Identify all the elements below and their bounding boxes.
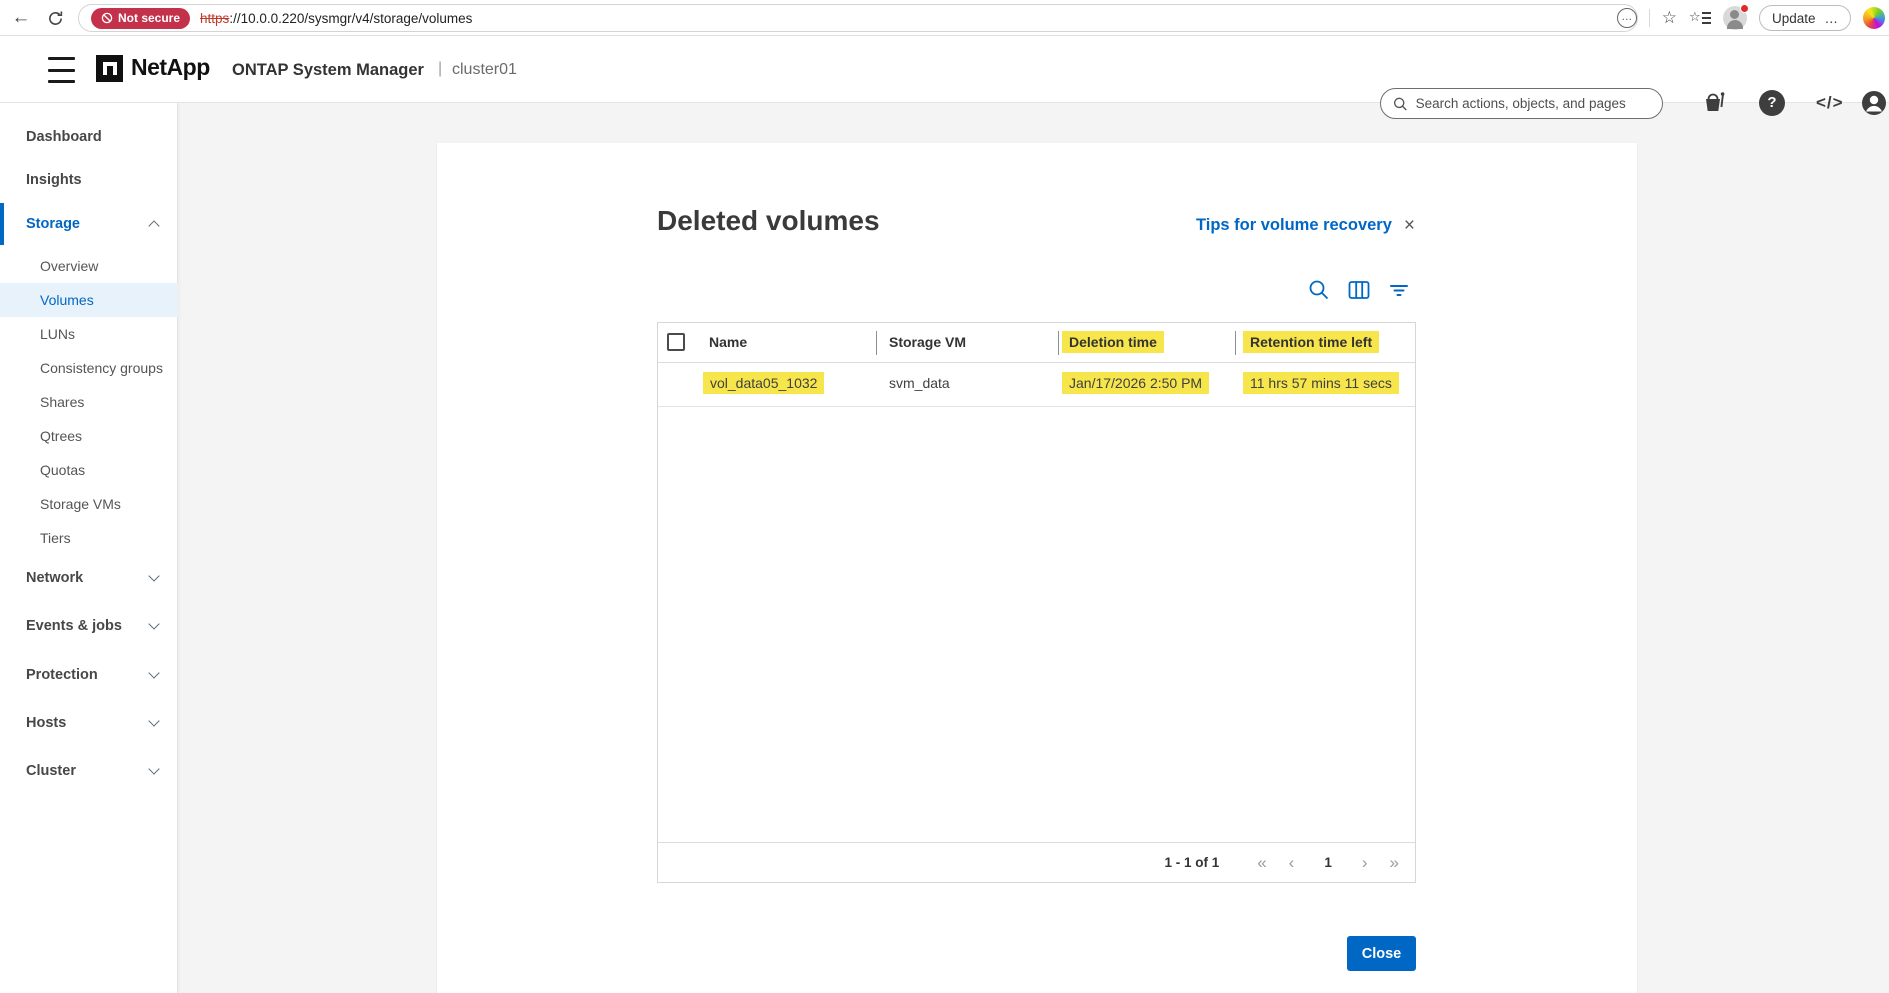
sidebar-item-volumes[interactable]: Volumes bbox=[0, 283, 178, 317]
pagination-last-icon[interactable]: » bbox=[1390, 853, 1399, 873]
sidebar-item-luns[interactable]: LUNs bbox=[0, 317, 178, 351]
pagination-range: 1 - 1 of 1 bbox=[1164, 855, 1219, 870]
table-toolbar bbox=[1307, 278, 1411, 302]
pagination-prev-icon[interactable]: ‹ bbox=[1289, 853, 1295, 873]
cell-storage-vm: svm_data bbox=[889, 375, 950, 391]
column-settings-icon[interactable] bbox=[1347, 278, 1371, 302]
search-icon bbox=[1393, 96, 1408, 112]
url-path: ://10.0.0.220/sysmgr/v4/storage/volumes bbox=[229, 11, 472, 26]
sidebar-item-quotas[interactable]: Quotas bbox=[0, 453, 178, 487]
table-header-row: Name Storage VM Deletion time Retention … bbox=[658, 323, 1415, 363]
not-secure-badge[interactable]: Not secure bbox=[91, 8, 190, 29]
cell-deletion-time: Jan/17/2026 2:50 PM bbox=[1062, 372, 1209, 394]
browser-profile-avatar[interactable] bbox=[1723, 6, 1747, 30]
browser-back-icon[interactable]: ← bbox=[8, 5, 34, 31]
browser-actions: … ☆ ☆ Update … bbox=[1617, 0, 1885, 36]
search-input[interactable] bbox=[1416, 96, 1650, 111]
chevron-down-icon bbox=[148, 715, 159, 726]
sidebar-item-consistency-groups[interactable]: Consistency groups bbox=[0, 351, 178, 385]
filter-icon[interactable] bbox=[1387, 278, 1411, 302]
column-header-deletion-time[interactable]: Deletion time bbox=[1062, 331, 1164, 353]
netapp-logo-icon bbox=[96, 55, 123, 82]
feedback-icon[interactable]: … bbox=[1617, 8, 1637, 28]
sidebar-item-protection[interactable]: Protection bbox=[0, 654, 178, 696]
pagination-first-icon[interactable]: « bbox=[1257, 853, 1266, 873]
sidebar-item-insights[interactable]: Insights bbox=[0, 159, 178, 201]
menu-hamburger-icon[interactable] bbox=[48, 57, 88, 83]
sidebar-item-hosts[interactable]: Hosts bbox=[0, 702, 178, 744]
sidebar-item-tiers[interactable]: Tiers bbox=[0, 521, 178, 555]
page-title: Deleted volumes bbox=[657, 205, 880, 237]
sidebar-item-shares[interactable]: Shares bbox=[0, 385, 178, 419]
title-divider: | bbox=[438, 60, 442, 78]
chevron-down-icon bbox=[148, 570, 159, 581]
cell-retention-time-left: 11 hrs 57 mins 11 secs bbox=[1243, 372, 1399, 394]
column-divider bbox=[1235, 331, 1236, 355]
url-text: https://10.0.0.220/sysmgr/v4/storage/vol… bbox=[200, 11, 472, 26]
browser-menu-icon[interactable]: … bbox=[1825, 11, 1839, 26]
chevron-down-icon bbox=[148, 667, 159, 678]
sidebar-item-overview[interactable]: Overview bbox=[0, 249, 178, 283]
select-all-checkbox[interactable] bbox=[667, 333, 685, 351]
sidebar: Dashboard Insights Storage Overview Volu… bbox=[0, 103, 178, 993]
favorites-bar-icon[interactable]: ☆ bbox=[1689, 8, 1711, 28]
deleted-volumes-panel: Deleted volumes Tips for volume recovery… bbox=[437, 143, 1637, 993]
sidebar-item-cluster[interactable]: Cluster bbox=[0, 750, 178, 792]
update-label: Update bbox=[1772, 11, 1816, 26]
brand-wordmark: NetApp bbox=[131, 54, 210, 81]
whats-new-pail-icon[interactable] bbox=[1702, 90, 1727, 119]
favorite-star-icon[interactable]: ☆ bbox=[1662, 8, 1677, 28]
table-search-icon[interactable] bbox=[1307, 278, 1331, 302]
help-icon[interactable]: ? bbox=[1759, 90, 1785, 116]
security-warning-icon bbox=[101, 12, 113, 24]
content-area: Deleted volumes Tips for volume recovery… bbox=[178, 103, 1889, 993]
address-bar[interactable]: Not secure https://10.0.0.220/sysmgr/v4/… bbox=[78, 4, 1638, 32]
column-header-name[interactable]: Name bbox=[709, 334, 747, 350]
sidebar-item-network[interactable]: Network bbox=[0, 557, 178, 599]
global-search[interactable] bbox=[1380, 88, 1663, 119]
screen: ← Not secure https://10.0.0.220/sysmgr/v… bbox=[0, 0, 1889, 993]
app-header: NetApp ONTAP System Manager | cluster01 … bbox=[0, 36, 1889, 103]
pagination-page-number[interactable]: 1 bbox=[1324, 855, 1332, 870]
deleted-volumes-table: Name Storage VM Deletion time Retention … bbox=[657, 322, 1416, 883]
column-header-retention-time-left[interactable]: Retention time left bbox=[1243, 331, 1379, 353]
chevron-down-icon bbox=[148, 763, 159, 774]
close-button[interactable]: Close bbox=[1347, 936, 1416, 971]
browser-refresh-icon[interactable] bbox=[42, 5, 68, 31]
divider bbox=[1649, 9, 1650, 27]
sidebar-item-storage-vms[interactable]: Storage VMs bbox=[0, 487, 178, 521]
browser-update-button[interactable]: Update … bbox=[1759, 5, 1851, 31]
browser-chrome: ← Not secure https://10.0.0.220/sysmgr/v… bbox=[0, 0, 1889, 36]
copilot-icon[interactable] bbox=[1863, 7, 1885, 29]
rest-api-code-icon[interactable]: </> bbox=[1816, 90, 1844, 116]
not-secure-label: Not secure bbox=[118, 11, 180, 25]
user-account-icon[interactable] bbox=[1861, 90, 1887, 121]
close-tips-icon[interactable]: × bbox=[1404, 216, 1415, 235]
cluster-name: cluster01 bbox=[452, 61, 517, 79]
chevron-up-icon bbox=[148, 220, 159, 231]
sidebar-item-dashboard[interactable]: Dashboard bbox=[0, 116, 178, 158]
pagination-next-icon[interactable]: › bbox=[1362, 853, 1368, 873]
table-pagination: 1 - 1 of 1 « ‹ 1 › » bbox=[658, 842, 1415, 882]
column-header-storage-vm[interactable]: Storage VM bbox=[889, 334, 966, 350]
sidebar-item-qtrees[interactable]: Qtrees bbox=[0, 419, 178, 453]
column-divider bbox=[876, 331, 877, 355]
sidebar-item-storage[interactable]: Storage bbox=[0, 203, 178, 245]
table-row[interactable]: vol_data05_1032 svm_data Jan/17/2026 2:5… bbox=[658, 363, 1415, 407]
url-scheme: https bbox=[200, 11, 229, 26]
sidebar-item-events-jobs[interactable]: Events & jobs bbox=[0, 605, 178, 647]
chevron-down-icon bbox=[148, 618, 159, 629]
product-title: ONTAP System Manager bbox=[232, 61, 424, 80]
tips-volume-recovery-link[interactable]: Tips for volume recovery bbox=[1196, 216, 1392, 235]
notification-dot bbox=[1740, 4, 1749, 13]
cell-volume-name[interactable]: vol_data05_1032 bbox=[703, 372, 824, 394]
column-divider bbox=[1058, 331, 1059, 355]
